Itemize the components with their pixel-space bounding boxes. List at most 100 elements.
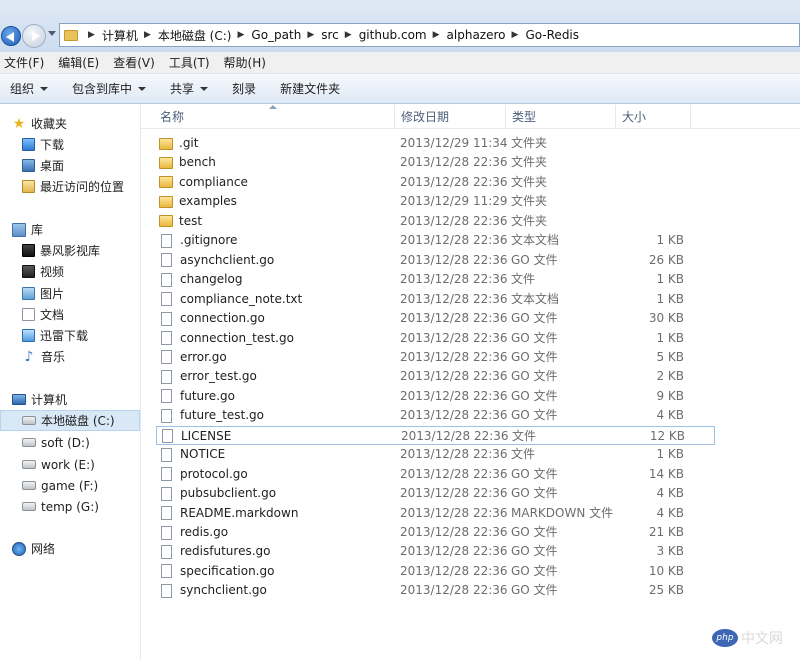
- breadcrumb-item[interactable]: Go-Redis: [525, 28, 579, 42]
- file-row[interactable]: bench 2013/12/28 22:36 文件夹: [156, 153, 715, 172]
- menu-item[interactable]: 文件(F): [4, 54, 44, 71]
- file-size: [616, 192, 684, 211]
- breadcrumb-separator-icon[interactable]: ▶: [307, 30, 314, 40]
- nav-item-pictures[interactable]: 图片: [22, 283, 64, 304]
- file-row[interactable]: LICENSE 2013/12/28 22:36 文件 12 KB: [156, 425, 715, 445]
- library-icon: [12, 222, 26, 237]
- file-name-cell: error_test.go: [159, 367, 257, 386]
- file-row[interactable]: error.go 2013/12/28 22:36 GO 文件 5 KB: [156, 348, 715, 367]
- nav-item-drive-e[interactable]: work (E:): [22, 454, 95, 475]
- breadcrumb-item[interactable]: src: [321, 28, 339, 42]
- folder-icon: [159, 156, 173, 169]
- recent-pages-dropdown-icon[interactable]: [48, 31, 56, 36]
- command-button[interactable]: 组织: [10, 80, 49, 97]
- file-row[interactable]: .gitignore 2013/12/28 22:36 文本文档 1 KB: [156, 231, 715, 250]
- file-row[interactable]: asynchclient.go 2013/12/28 22:36 GO 文件 26 K…: [156, 251, 715, 270]
- column-date-modified[interactable]: 修改日期: [395, 105, 506, 129]
- nav-item-drive-g[interactable]: temp (G:): [22, 496, 99, 517]
- breadcrumb-item[interactable]: alphazero: [447, 28, 506, 42]
- nav-item-drive-d[interactable]: soft (D:): [22, 432, 90, 453]
- file-name-cell: NOTICE: [159, 445, 225, 464]
- nav-item-desktop[interactable]: 桌面: [22, 155, 64, 176]
- file-row[interactable]: NOTICE 2013/12/28 22:36 文件 1 KB: [156, 445, 715, 464]
- file-row[interactable]: examples 2013/12/29 11:29 文件夹: [156, 192, 715, 211]
- file-row[interactable]: redis.go 2013/12/28 22:36 GO 文件 21 KB: [156, 523, 715, 542]
- file-row[interactable]: .git 2013/12/29 11:34 文件夹: [156, 134, 715, 153]
- nav-item-drive-c[interactable]: 本地磁盘 (C:): [0, 410, 140, 431]
- file-name-cell: redis.go: [159, 523, 228, 542]
- breadcrumb-separator-icon[interactable]: ▶: [345, 30, 352, 40]
- column-size[interactable]: 大小: [616, 105, 691, 129]
- nav-item-documents[interactable]: 文档: [22, 304, 64, 325]
- breadcrumb-separator-icon[interactable]: ▶: [433, 30, 440, 40]
- file-name-cell: future_test.go: [159, 406, 264, 425]
- menu-item[interactable]: 帮助(H): [224, 54, 266, 71]
- file-row[interactable]: error_test.go 2013/12/28 22:36 GO 文件 2 KB: [156, 367, 715, 386]
- file-name-cell: bench: [159, 153, 216, 172]
- breadcrumb-separator-icon[interactable]: ▶: [237, 30, 244, 40]
- file-row[interactable]: synchclient.go 2013/12/28 22:36 GO 文件 25 KB: [156, 581, 715, 600]
- nav-item-music[interactable]: ♪ 音乐: [22, 346, 65, 367]
- nav-item-drive-f[interactable]: game (F:): [22, 475, 98, 496]
- nav-item-recent-places[interactable]: 最近访问的位置: [22, 176, 124, 197]
- file-type: MARKDOWN 文件: [511, 505, 614, 520]
- file-row[interactable]: compliance 2013/12/28 22:36 文件夹: [156, 173, 715, 192]
- file-row[interactable]: redisfutures.go 2013/12/28 22:36 GO 文件 3 KB: [156, 542, 715, 561]
- nav-item-downloads[interactable]: 下载: [22, 134, 64, 155]
- file-type: 文件: [511, 447, 536, 462]
- file-date: 2013/12/28 22:36: [400, 388, 508, 403]
- file-row[interactable]: future_test.go 2013/12/28 22:36 GO 文件 4 KB: [156, 406, 715, 425]
- nav-item-videos[interactable]: 视频: [22, 261, 64, 282]
- menu-item[interactable]: 查看(V): [113, 54, 155, 71]
- file-row[interactable]: compliance_note.txt 2013/12/28 22:36 文本文档 1…: [156, 290, 715, 309]
- file-row[interactable]: future.go 2013/12/28 22:36 GO 文件 9 KB: [156, 387, 715, 406]
- breadcrumb-item[interactable]: 计算机: [102, 27, 138, 44]
- nav-item-thunder-downloads[interactable]: 迅雷下载: [22, 325, 88, 346]
- breadcrumb-separator-icon[interactable]: ▶: [88, 30, 95, 40]
- menu-item[interactable]: 编辑(E): [58, 54, 99, 71]
- file-name: bench: [179, 155, 216, 170]
- file-name-cell: changelog: [159, 270, 242, 289]
- nav-item-storm-library[interactable]: 暴风影视库: [22, 240, 100, 261]
- breadcrumb-separator-icon[interactable]: ▶: [144, 30, 151, 40]
- file-name-cell: future.go: [159, 387, 235, 406]
- breadcrumb-separator-icon[interactable]: ▶: [512, 30, 519, 40]
- breadcrumb-item[interactable]: Go_path: [251, 28, 301, 42]
- nav-computer[interactable]: 计算机: [12, 389, 67, 410]
- file-date: 2013/12/28 22:36: [400, 408, 508, 423]
- menu-item[interactable]: 工具(T): [169, 54, 210, 71]
- file-row[interactable]: test 2013/12/28 22:36 文件夹: [156, 212, 715, 231]
- folder-icon: [159, 195, 173, 208]
- column-type[interactable]: 类型: [506, 105, 616, 129]
- file-name-cell: error.go: [159, 348, 227, 367]
- command-button[interactable]: 新建文件夹: [280, 80, 340, 97]
- command-label: 刻录: [232, 82, 257, 96]
- file-row[interactable]: pubsubclient.go 2013/12/28 22:36 GO 文件 4 KB: [156, 484, 715, 503]
- command-button[interactable]: 包含到库中: [72, 80, 147, 97]
- file-row[interactable]: connection_test.go 2013/12/28 22:36 GO 文件 1…: [156, 329, 715, 348]
- column-name[interactable]: 名称: [154, 105, 395, 129]
- file-row[interactable]: changelog 2013/12/28 22:36 文件 1 KB: [156, 270, 715, 289]
- back-arrow-icon[interactable]: [1, 26, 21, 46]
- breadcrumb-item[interactable]: github.com: [359, 28, 427, 42]
- command-label: 组织: [10, 82, 35, 96]
- file-name: LICENSE: [181, 428, 232, 443]
- forward-arrow-icon[interactable]: [22, 24, 46, 48]
- nav-libraries[interactable]: 库: [12, 219, 43, 240]
- file-date: 2013/12/28 22:36: [400, 272, 508, 287]
- nav-favorites[interactable]: ★ 收藏夹: [12, 113, 67, 134]
- address-bar[interactable]: ▶ 计算机 ▶ 本地磁盘 (C:) ▶ Go_path ▶ src ▶ github.com ▶ al…: [59, 23, 800, 47]
- nav-item-label: 图片: [40, 287, 65, 301]
- file-row[interactable]: specification.go 2013/12/28 22:36 GO 文件 10 …: [156, 562, 715, 581]
- command-button[interactable]: 共享: [170, 80, 209, 97]
- file-icon: [161, 467, 172, 482]
- file-row[interactable]: connection.go 2013/12/28 22:36 GO 文件 30 KB: [156, 309, 715, 328]
- file-row[interactable]: protocol.go 2013/12/28 22:36 GO 文件 14 KB: [156, 465, 715, 484]
- nav-network[interactable]: 网络: [12, 538, 55, 559]
- file-name: README.markdown: [180, 505, 299, 520]
- file-name-cell: .git: [159, 134, 198, 153]
- file-type: GO 文件: [511, 563, 558, 578]
- file-row[interactable]: README.markdown 2013/12/28 22:36 MARKDOWN …: [156, 504, 715, 523]
- command-button[interactable]: 刻录: [232, 80, 256, 97]
- breadcrumb-item[interactable]: 本地磁盘 (C:): [158, 27, 232, 44]
